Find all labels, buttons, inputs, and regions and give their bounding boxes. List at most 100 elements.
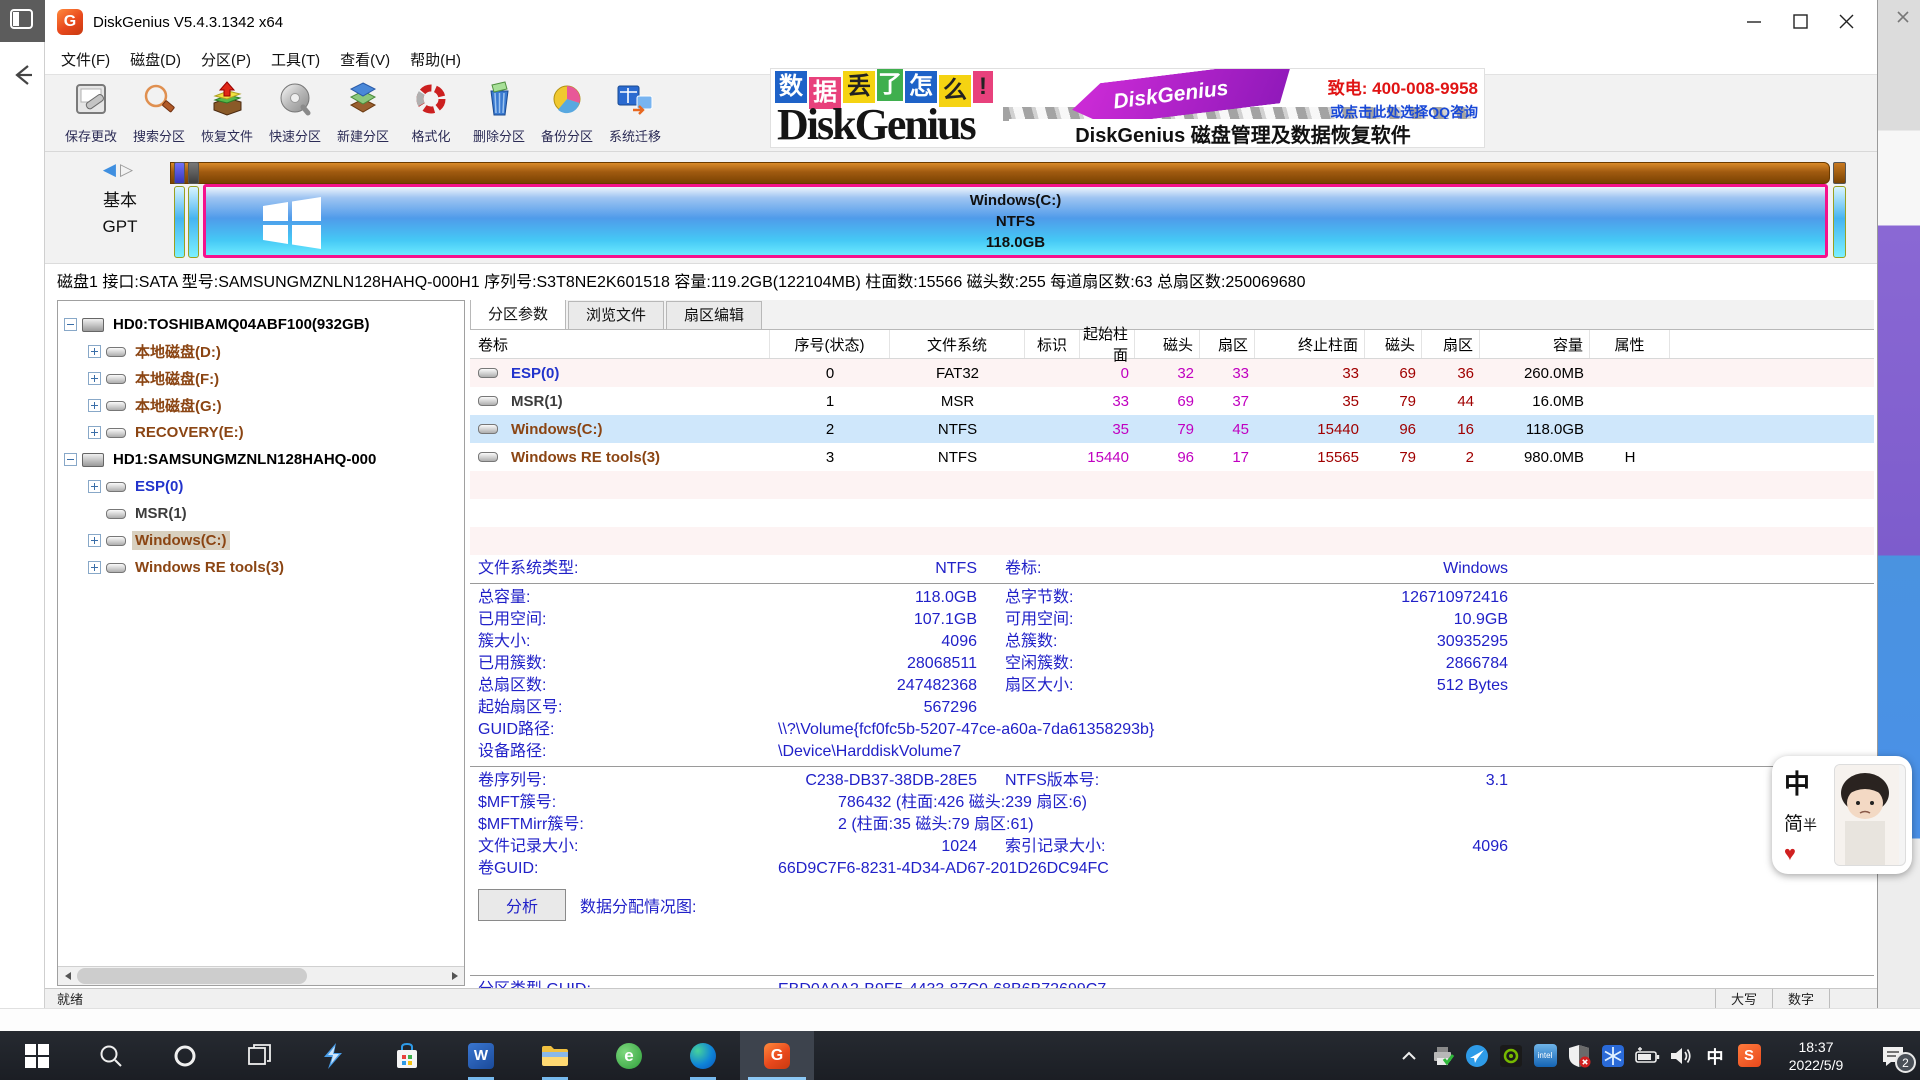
detail-value: 66D9C7F6-8231-4D34-AD67-201D26DC94FC [758,858,1518,880]
col-header-5[interactable]: 磁头 [1135,330,1200,358]
menu-item-2[interactable]: 分区(P) [191,45,261,74]
table-row-1[interactable]: MSR(1)1MSR33693735794416.0MB [470,387,1874,415]
minimize-button[interactable] [1731,2,1777,40]
tree-item-9[interactable]: Windows RE tools(3) [58,554,464,581]
tree-horizontal-scrollbar[interactable] [58,966,464,985]
toolbar-button-new[interactable]: 新建分区 [329,75,397,151]
col-header-8[interactable]: 磁头 [1365,330,1422,358]
task-view-icon[interactable] [222,1031,296,1080]
col-header-0[interactable]: 卷标 [470,330,770,358]
tray-ime-indicator[interactable]: 中 [1702,1043,1728,1069]
expand-plus-icon[interactable] [88,426,101,439]
toolbar-button-save[interactable]: 保存更改 [57,75,125,151]
ime-simplified-indicator: 简 [1784,814,1803,835]
scroll-right-arrow-icon[interactable] [445,967,464,985]
analyze-button[interactable]: 分析 [478,889,566,921]
tray-printer-icon[interactable] [1430,1043,1456,1069]
expand-plus-icon[interactable] [88,561,101,574]
tray-volume-icon[interactable] [1668,1043,1694,1069]
expand-plus-icon[interactable] [88,480,101,493]
expand-plus-icon[interactable] [88,534,101,547]
tree-item-5[interactable]: HD1:SAMSUNGMZNLN128HAHQ-000 [58,446,464,473]
tray-nvidia-icon[interactable] [1498,1043,1524,1069]
tree-item-4[interactable]: RECOVERY(E:) [58,419,464,446]
table-row-0[interactable]: ESP(0)0FAT3203233336936260.0MB [470,359,1874,387]
tree-item-0[interactable]: HD0:TOSHIBAMQ04ABF100(932GB) [58,311,464,338]
taskbar-search-icon[interactable] [74,1031,148,1080]
toolbar-button-quick[interactable]: 快速分区 [261,75,329,151]
menu-item-4[interactable]: 查看(V) [330,45,400,74]
col-header-1[interactable]: 序号(状态) [770,330,890,358]
prev-disk-arrow-icon[interactable]: ◀ [103,160,120,179]
ad-banner[interactable]: 数据丢了怎么! DiskGenius DiskGenius 致电: 400-00… [770,68,1485,148]
col-header-3[interactable]: 标识 [1025,330,1080,358]
toolbar-button-delete[interactable]: 删除分区 [465,75,533,151]
taskbar-clock[interactable]: 18:37 2022/5/9 [1774,1038,1858,1074]
banner-contact[interactable]: 致电: 400-008-9958 或点击此处选择QQ咨询 [1328,74,1478,122]
browser-360-icon[interactable]: e [592,1031,666,1080]
maximize-button[interactable] [1777,2,1823,40]
flash-app-icon[interactable] [296,1031,370,1080]
detail-label: 扇区大小: [1005,675,1245,697]
tree-item-2[interactable]: 本地磁盘(F:) [58,365,464,392]
col-header-6[interactable]: 扇区 [1200,330,1255,358]
tree-item-3[interactable]: 本地磁盘(G:) [58,392,464,419]
tab-1[interactable]: 浏览文件 [568,301,664,329]
toolbar-button-migrate[interactable]: 系统迁移 [601,75,669,151]
table-row-3[interactable]: Windows RE tools(3)3NTFS1544096171556579… [470,443,1874,471]
next-disk-arrow-icon[interactable]: ▷ [120,160,137,179]
toolbar-label: 保存更改 [65,126,117,145]
tray-snowflake-icon[interactable] [1600,1043,1626,1069]
word-icon[interactable]: W [444,1031,518,1080]
toolbar-button-format[interactable]: 格式化 [397,75,465,151]
ime-skin-avatar [1834,764,1906,866]
table-row-2[interactable]: Windows(C:)2NTFS357945154409616118.0GB [470,415,1874,443]
tray-defender-icon[interactable] [1566,1043,1592,1069]
menu-item-5[interactable]: 帮助(H) [400,45,471,74]
expand-plus-icon[interactable] [88,372,101,385]
expand-plus-icon[interactable] [88,399,101,412]
scrollbar-thumb[interactable] [77,968,307,984]
tray-intel-icon[interactable]: intel [1532,1043,1558,1069]
col-header-4[interactable]: 起始柱面 [1080,330,1135,358]
expand-minus-icon[interactable] [64,318,77,331]
ime-status-widget[interactable]: 中 简半 ♥ [1772,756,1912,874]
tree-item-8[interactable]: Windows(C:) [58,527,464,554]
partition-block-windows-c[interactable]: Windows(C:) NTFS 118.0GB [203,184,1828,258]
expand-plus-icon[interactable] [88,345,101,358]
tab-0[interactable]: 分区参数 [470,300,566,329]
tray-chevron-icon[interactable] [1396,1043,1422,1069]
edge-icon[interactable] [666,1031,740,1080]
file-explorer-icon[interactable] [518,1031,592,1080]
col-header-2[interactable]: 文件系统 [890,330,1025,358]
taskbar-diskgenius-icon[interactable]: G [740,1031,814,1080]
expand-minus-icon[interactable] [64,453,77,466]
toolbar-button-backup[interactable]: 备份分区 [533,75,601,151]
background-close-icon[interactable] [1892,6,1914,33]
tab-2[interactable]: 扇区编辑 [666,301,762,329]
col-header-11[interactable]: 属性 [1590,330,1670,358]
microsoft-store-icon[interactable] [370,1031,444,1080]
scroll-left-arrow-icon[interactable] [58,967,77,985]
cortana-icon[interactable] [148,1031,222,1080]
menu-item-0[interactable]: 文件(F) [51,45,120,74]
tree-item-1[interactable]: 本地磁盘(D:) [58,338,464,365]
back-arrow-icon[interactable] [8,60,38,90]
col-header-7[interactable]: 终止柱面 [1255,330,1365,358]
tree-item-6[interactable]: ESP(0) [58,473,464,500]
tray-sogou-icon[interactable]: S [1736,1043,1762,1069]
start-button[interactable] [0,1031,74,1080]
menu-item-3[interactable]: 工具(T) [261,45,330,74]
detail-value: 3.1 [1245,770,1508,792]
tray-messenger-icon[interactable] [1464,1043,1490,1069]
col-header-9[interactable]: 扇区 [1422,330,1480,358]
tree-item-7[interactable]: MSR(1) [58,500,464,527]
close-button[interactable] [1823,2,1869,40]
toolbar-button-search[interactable]: 搜索分区 [125,75,193,151]
action-center-icon[interactable]: 2 [1866,1031,1920,1080]
tray-battery-icon[interactable] [1634,1043,1660,1069]
toolbar-button-recover[interactable]: 恢复文件 [193,75,261,151]
col-header-10[interactable]: 容量 [1480,330,1590,358]
menu-item-1[interactable]: 磁盘(D) [120,45,191,74]
detail-label: 起始扇区号: [478,697,758,719]
